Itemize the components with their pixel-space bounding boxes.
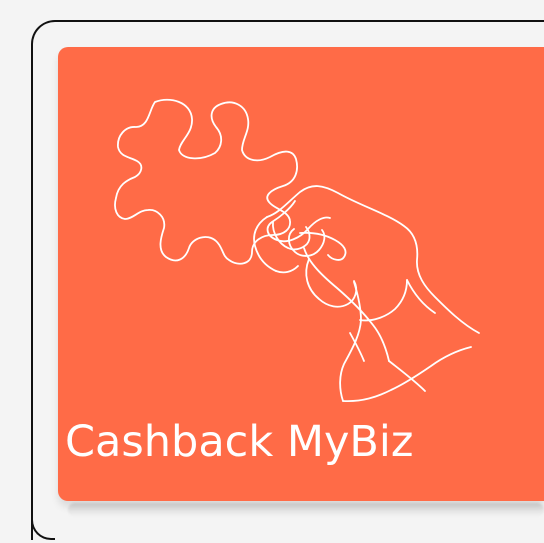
app-name: Cashback MyBiz (65, 417, 414, 467)
puzzle-piece-outline (114, 98, 298, 265)
app-icon-card[interactable]: Cashback MyBiz (58, 47, 544, 501)
device-frame-corner (31, 300, 55, 540)
hand-outline (266, 185, 480, 334)
card-shadow (68, 503, 544, 517)
app-icon-screen: Cashback MyBiz (0, 0, 544, 543)
